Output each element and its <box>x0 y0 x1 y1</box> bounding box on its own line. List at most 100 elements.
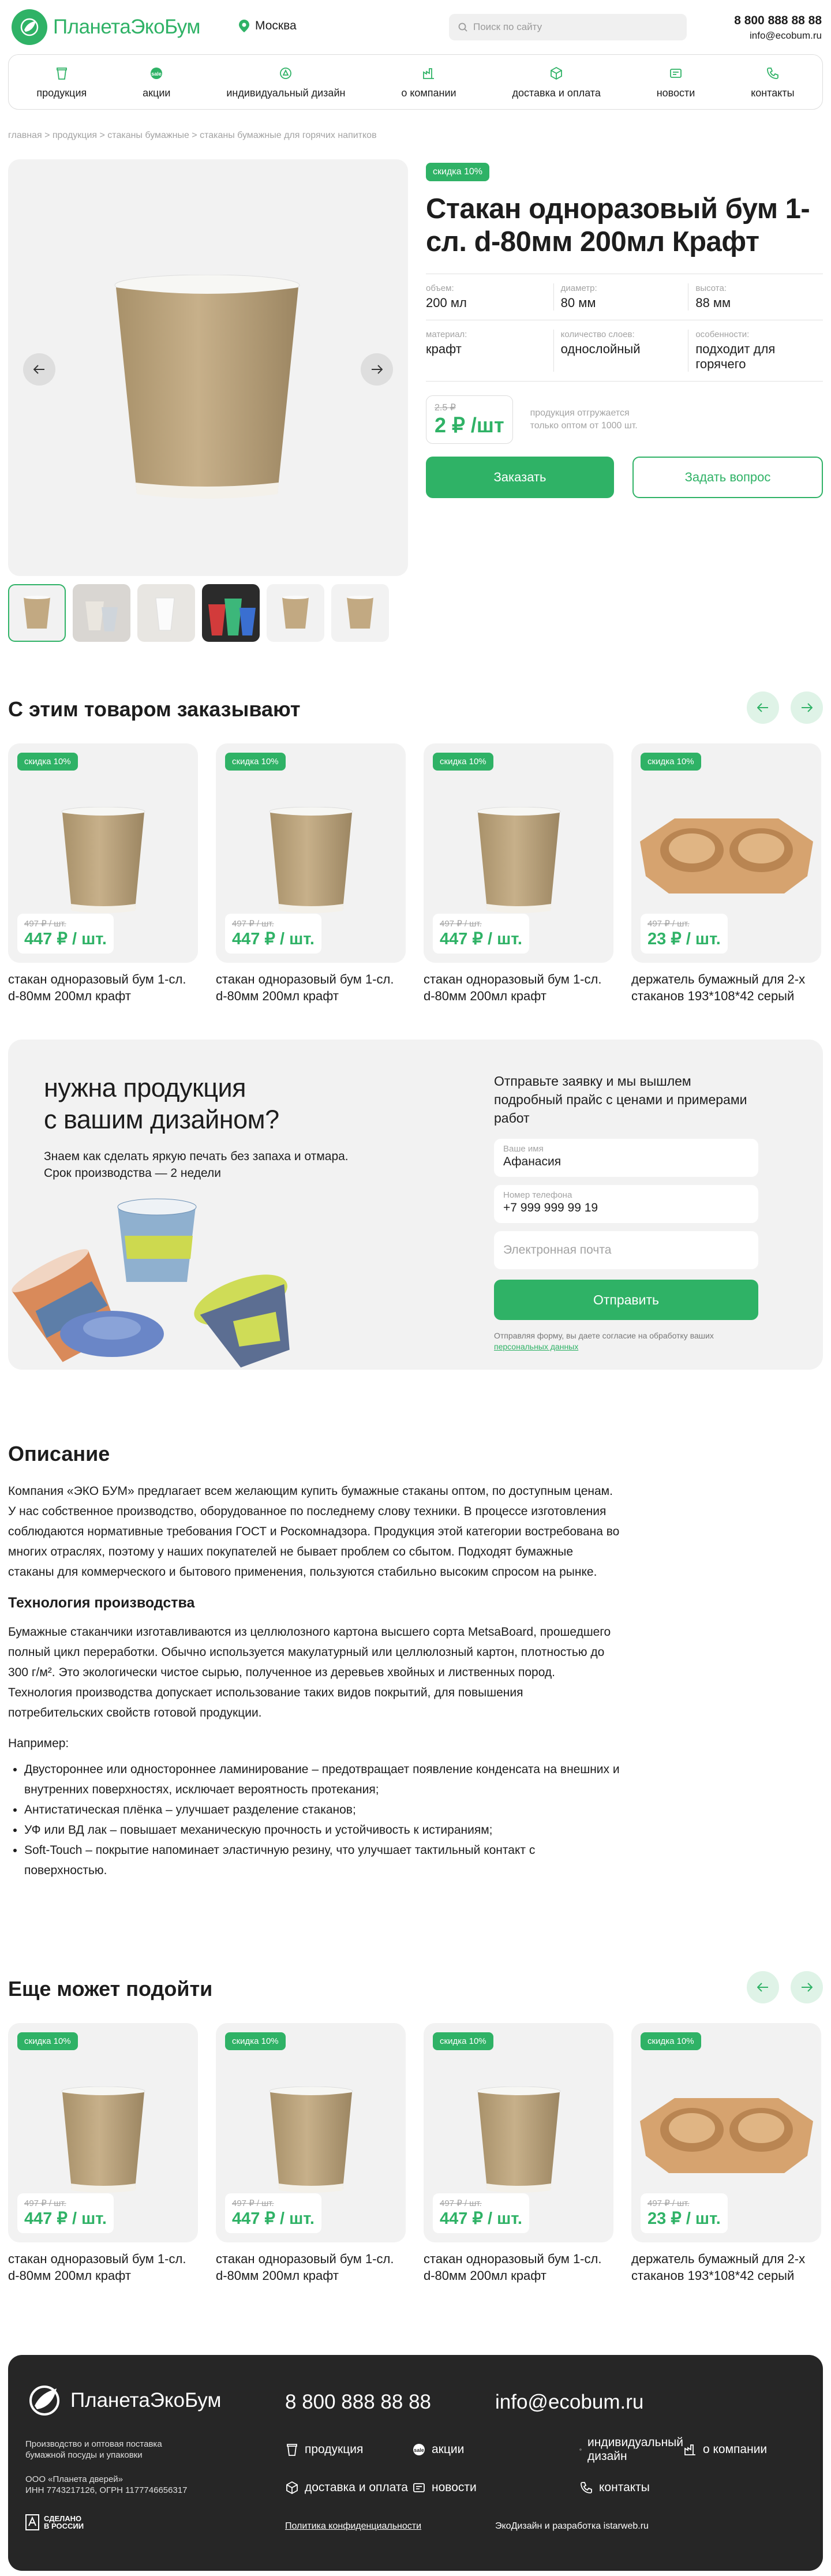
footer-phone[interactable]: 8 800 888 88 88 <box>285 2391 431 2414</box>
phone-field[interactable]: Номер телефона +7 999 999 99 19 <box>494 1185 758 1223</box>
product-info: скидка 10% Стакан одноразовый бум 1-сл. … <box>426 163 823 498</box>
footer-link[interactable]: контакты <box>579 2481 683 2495</box>
footer-link[interactable]: sale акции <box>412 2436 579 2463</box>
footer-link[interactable]: о компании <box>683 2436 799 2463</box>
discount-badge: скидка 10% <box>433 753 493 771</box>
nav-item-label: акции <box>143 87 171 99</box>
header-phone[interactable]: 8 800 888 88 88 <box>734 14 822 28</box>
cup-holder-image <box>640 2098 813 2173</box>
thumbnail[interactable] <box>8 584 66 642</box>
privacy-policy-link[interactable]: Политика конфиденциальности <box>285 2521 421 2532</box>
nav-item[interactable]: о компании <box>401 65 456 99</box>
card-price: 497 ₽ / шт. 447 ₽ / шт. <box>433 2193 529 2233</box>
product-name[interactable]: стакан одноразовый бум 1-сл. d-80мм 200м… <box>216 2250 406 2284</box>
product-name[interactable]: стакан одноразовый бум 1-сл. d-80мм 200м… <box>216 971 406 1004</box>
field-value: Афанасия <box>503 1155 562 1168</box>
product-card[interactable]: скидка 10% 497 ₽ / шт. 447 ₽ / шт. стакан о… <box>8 743 198 1004</box>
technology-paragraph: Бумажные стаканчики изготавливаются из ц… <box>8 1625 611 1719</box>
carousel-next-button[interactable] <box>791 1971 823 2003</box>
nav-item[interactable]: sale акции <box>143 65 170 99</box>
spec-value: подходит для горячего <box>695 342 776 371</box>
footer-link[interactable]: продукция <box>285 2436 412 2463</box>
product-card[interactable]: скидка 10% 497 ₽ / шт. 447 ₽ / шт. стакан о… <box>424 2023 613 2284</box>
breadcrumb[interactable]: главная > продукция > стаканы бумажные >… <box>8 130 823 141</box>
list-item: Soft-Touch – покрытие напоминает эластич… <box>24 1840 620 1880</box>
product-name[interactable]: стакан одноразовый бум 1-сл. d-80мм 200м… <box>424 2250 613 2284</box>
footer-link[interactable]: индивидуальный дизайн <box>579 2436 683 2463</box>
footer-org: ООО «Планета дверей» ИНН 7743217126, ОГР… <box>25 2474 188 2496</box>
spec-value: 88 мм <box>695 296 731 310</box>
footer-link[interactable]: доставка и оплата <box>285 2481 412 2495</box>
city-selector[interactable]: Москва <box>239 19 297 33</box>
spec-item: высота: 88 мм <box>688 283 823 311</box>
product-card-image[interactable]: скидка 10% 497 ₽ / шт. 447 ₽ / шт. <box>424 743 613 963</box>
privacy-link[interactable]: персональных данных <box>494 1342 578 1351</box>
product-card[interactable]: скидка 10% 497 ₽ / шт. 447 ₽ / шт. стакан о… <box>216 2023 406 2284</box>
nav-item[interactable]: новости <box>657 65 695 99</box>
carousel-prev-button[interactable] <box>747 691 779 724</box>
form-lead: Отправьте заявку и мы вышлем подробный п… <box>494 1074 747 1126</box>
product-card[interactable]: скидка 10% 497 ₽ / шт. 23 ₽ / шт. держатель… <box>631 743 821 1004</box>
gallery-prev-button[interactable] <box>23 353 55 386</box>
card-price: 497 ₽ / шт. 447 ₽ / шт. <box>433 914 529 954</box>
product-name[interactable]: стакан одноразовый бум 1-сл. d-80мм 200м… <box>424 971 613 1004</box>
ask-question-button[interactable]: Задать вопрос <box>632 457 823 498</box>
card-price: 497 ₽ / шт. 447 ₽ / шт. <box>225 2193 321 2233</box>
cup-image <box>477 2087 561 2193</box>
product-card-image[interactable]: скидка 10% 497 ₽ / шт. 447 ₽ / шт. <box>8 2023 198 2242</box>
search-placeholder: Поиск по сайту <box>473 21 542 32</box>
carousel-prev-button[interactable] <box>747 1971 779 2003</box>
carousel-next-button[interactable] <box>791 691 823 724</box>
location-pin-icon <box>239 20 249 32</box>
submit-button[interactable]: Отправить <box>494 1280 758 1320</box>
thumbnail[interactable] <box>73 584 130 642</box>
thumbnail[interactable] <box>331 584 389 642</box>
made-in-russia: СДЕЛАНО В РОССИИ <box>25 2514 84 2530</box>
arrow-left-icon <box>757 1983 768 1992</box>
thumbnail[interactable] <box>137 584 195 642</box>
footer-link[interactable]: новости <box>412 2481 579 2495</box>
product-card-image[interactable]: скидка 10% 497 ₽ / шт. 447 ₽ / шт. <box>424 2023 613 2242</box>
box-icon <box>286 2481 298 2495</box>
header-email[interactable]: info@ecobum.ru <box>734 30 822 42</box>
product-card-image[interactable]: скидка 10% 497 ₽ / шт. 23 ₽ / шт. <box>631 2023 821 2242</box>
footer-logo[interactable]: ПланетаЭкоБум <box>25 2381 221 2420</box>
product-card-image[interactable]: скидка 10% 497 ₽ / шт. 447 ₽ / шт. <box>8 743 198 963</box>
arrow-right-icon <box>802 1983 813 1992</box>
product-name[interactable]: стакан одноразовый бум 1-сл. d-80мм 200м… <box>8 971 198 1004</box>
order-button[interactable]: Заказать <box>426 457 614 498</box>
gallery-next-button[interactable] <box>361 353 393 386</box>
product-card[interactable]: скидка 10% 497 ₽ / шт. 447 ₽ / шт. стакан о… <box>216 743 406 1004</box>
thumbnail[interactable] <box>267 584 324 642</box>
product-name[interactable]: держатель бумажный для 2-х стаканов 193*… <box>631 2250 821 2284</box>
cup-thumb-image <box>282 596 309 629</box>
product-name[interactable]: держатель бумажный для 2-х стаканов 193*… <box>631 971 821 1004</box>
brand-logo[interactable]: ПланетаЭкоБум <box>12 9 200 45</box>
spec-item: количество слоев: однослойный <box>553 330 688 372</box>
white-cups-image <box>155 597 175 631</box>
product-card[interactable]: скидка 10% 497 ₽ / шт. 23 ₽ / шт. держатель… <box>631 2023 821 2284</box>
spec-item: материал: крафт <box>426 330 553 372</box>
description-title: Описание <box>8 1442 110 1465</box>
product-card[interactable]: скидка 10% 497 ₽ / шт. 447 ₽ / шт. стакан о… <box>8 2023 198 2284</box>
search-input[interactable]: Поиск по сайту <box>449 14 687 40</box>
footer-email[interactable]: info@ecobum.ru <box>495 2391 643 2414</box>
name-field[interactable]: Ваше имя Афанасия <box>494 1139 758 1177</box>
product-name[interactable]: стакан одноразовый бум 1-сл. d-80мм 200м… <box>8 2250 198 2284</box>
current-price: 23 ₽ / шт. <box>647 930 721 948</box>
developer-credit[interactable]: ЭкоДизайн и разработка istarweb.ru <box>495 2521 649 2532</box>
product-card-image[interactable]: скидка 10% 497 ₽ / шт. 447 ₽ / шт. <box>216 2023 406 2242</box>
nav-item[interactable]: контакты <box>751 65 795 99</box>
nav-item[interactable]: продукция <box>36 65 87 99</box>
arrow-left-icon <box>33 365 44 374</box>
thumbnail[interactable] <box>202 584 260 642</box>
nav-item[interactable]: индивидуальный дизайн <box>226 65 345 99</box>
cup-image <box>477 807 561 913</box>
email-field[interactable]: Электронная почта <box>494 1231 758 1269</box>
design-icon <box>280 67 292 79</box>
nav-item[interactable]: доставка и оплата <box>512 65 601 99</box>
product-card-image[interactable]: скидка 10% 497 ₽ / шт. 23 ₽ / шт. <box>631 743 821 963</box>
consent-text: Отправляя форму, вы даете согласие на об… <box>494 1330 758 1352</box>
product-card-image[interactable]: скидка 10% 497 ₽ / шт. 447 ₽ / шт. <box>216 743 406 963</box>
product-card[interactable]: скидка 10% 497 ₽ / шт. 447 ₽ / шт. стакан о… <box>424 743 613 1004</box>
